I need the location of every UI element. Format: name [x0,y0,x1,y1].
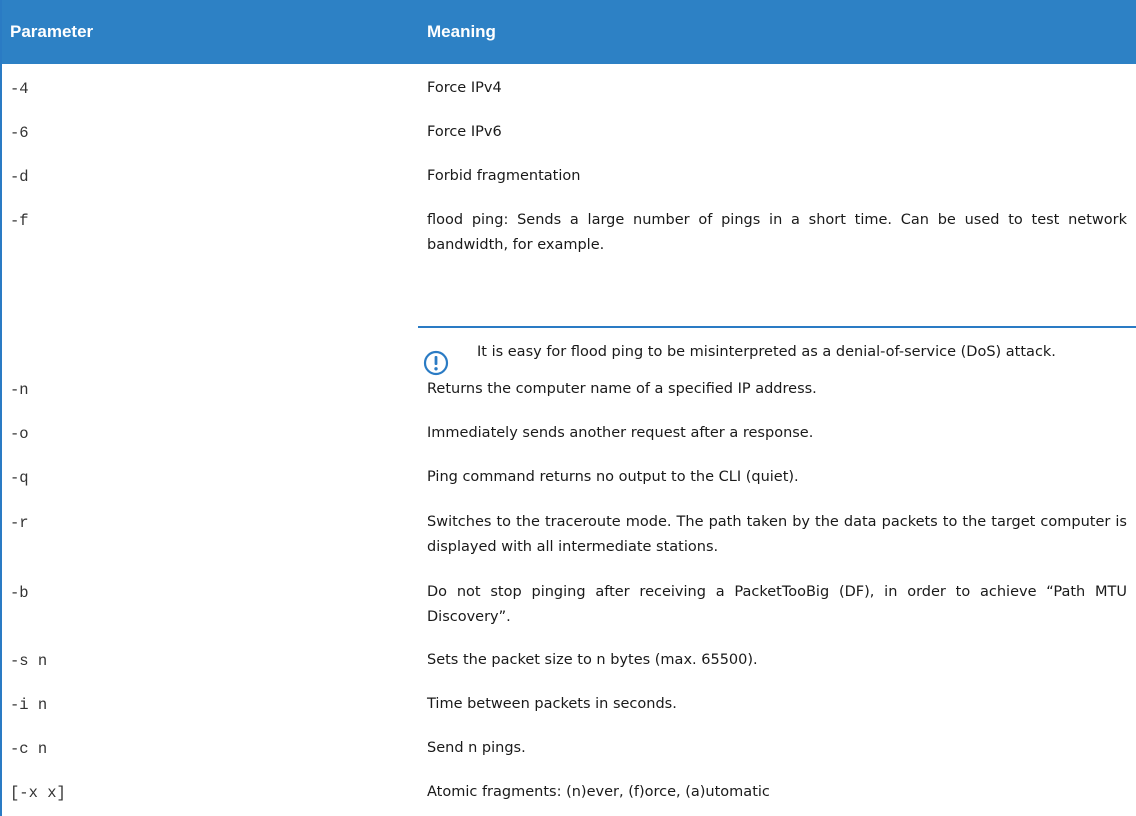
param-cell: -d [10,168,29,186]
param-cell: -b [10,584,29,602]
param-cell: -o [10,425,29,443]
meaning-cell: Do not stop pinging after receiving a Pa… [427,584,1127,625]
param-cell: -c n [10,740,48,758]
meaning-cell: Force IPv4 [427,80,502,96]
column-header-meaning: Meaning [427,22,496,41]
note-divider [418,326,1136,328]
note-text: It is easy for flood ping to be misinter… [477,344,1056,360]
param-cell: -4 [10,80,29,98]
param-cell: -i n [10,696,48,714]
meaning-cell: Force IPv6 [427,124,502,140]
column-header-parameter: Parameter [10,22,94,41]
param-cell: -s n [10,652,48,670]
meaning-cell: Forbid fragmentation [427,168,581,184]
parameter-table: Parameter Meaning -4 Force IPv4 -6 Force… [0,0,1136,816]
meaning-cell: Immediately sends another request after … [427,425,814,441]
param-cell: -f [10,212,29,230]
param-cell: -6 [10,124,29,142]
meaning-cell: flood ping: Sends a large number of ping… [427,212,1127,253]
meaning-cell: Returns the computer name of a specified… [427,381,817,397]
meaning-cell: Switches to the traceroute mode. The pat… [427,514,1127,555]
warning-exclamation-icon [423,350,449,376]
meaning-cell: Time between packets in seconds. [427,696,677,712]
meaning-cell: Sets the packet size to n bytes (max. 65… [427,652,758,668]
meaning-cell: Ping command returns no output to the CL… [427,469,799,485]
table-header: Parameter Meaning [2,0,1136,64]
param-cell: -r [10,514,29,532]
param-cell: -n [10,381,29,399]
meaning-cell: Send n pings. [427,740,526,756]
meaning-cell: Atomic fragments: (n)ever, (f)orce, (a)u… [427,784,770,800]
param-cell: -q [10,469,29,487]
param-cell: [-x x] [10,784,66,802]
